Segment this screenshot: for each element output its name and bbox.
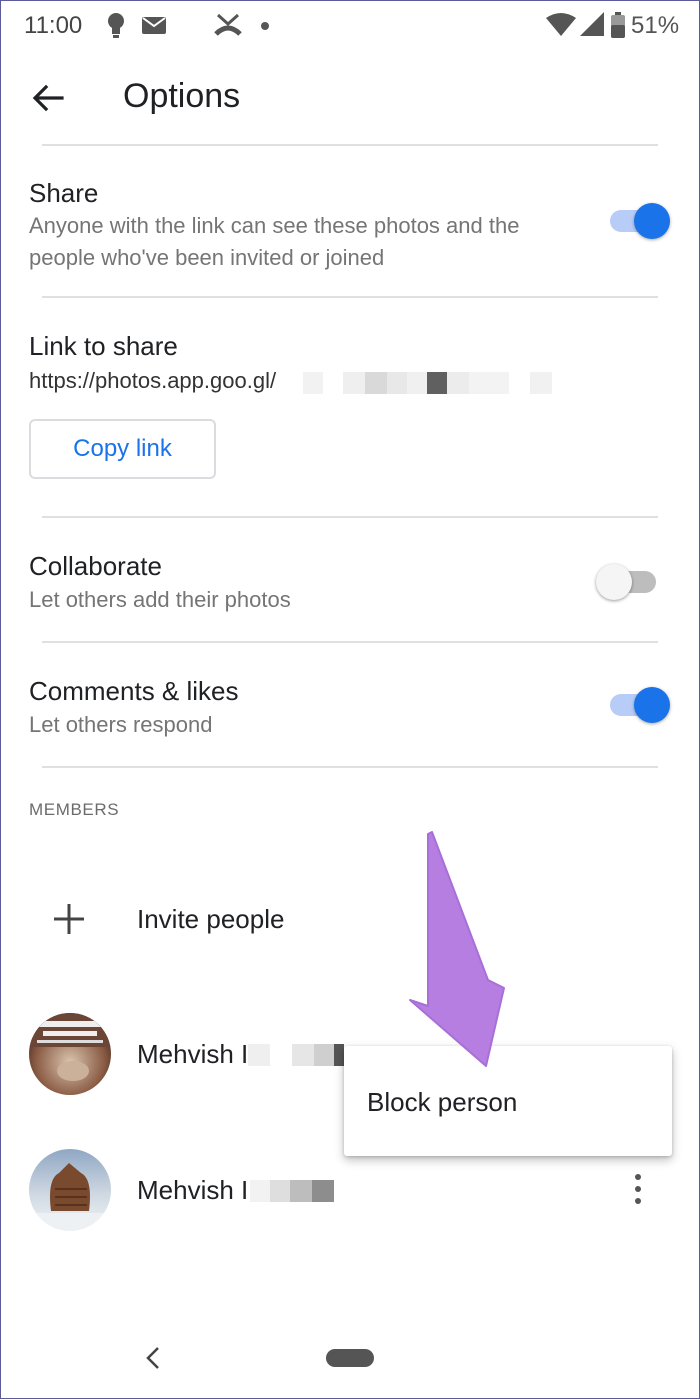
comments-toggle[interactable]	[606, 685, 670, 725]
mail-icon	[142, 17, 166, 34]
plus-icon	[54, 904, 84, 934]
battery-percent: 51%	[631, 12, 680, 39]
lightbulb-icon	[108, 13, 124, 38]
member-row[interactable]: Mehvish I	[0, 1145, 700, 1235]
invite-people-label: Invite people	[137, 904, 285, 934]
divider	[42, 641, 658, 643]
share-subtitle: Anyone with the link can see these photo…	[29, 213, 520, 270]
comments-subtitle: Let others respond	[29, 712, 213, 737]
nav-home-button[interactable]	[326, 1349, 374, 1367]
back-arrow-icon[interactable]	[28, 78, 68, 118]
divider	[42, 766, 658, 768]
share-toggle[interactable]	[606, 201, 670, 241]
signal-icon	[580, 12, 604, 36]
member-name: Mehvish I	[137, 1039, 249, 1069]
page-title: Options	[123, 77, 241, 115]
nav-back-icon[interactable]	[142, 1346, 164, 1370]
more-vert-icon[interactable]	[624, 1171, 652, 1207]
member-name: Mehvish I	[137, 1175, 249, 1205]
invite-people-row[interactable]: Invite people	[0, 880, 700, 960]
avatar	[29, 1149, 111, 1231]
share-title: Share	[29, 178, 99, 208]
divider	[42, 516, 658, 518]
link-title: Link to share	[29, 331, 178, 361]
collaborate-title: Collaborate	[29, 551, 162, 581]
wifi-icon	[546, 13, 576, 36]
status-time: 11:00	[24, 12, 83, 39]
avatar	[29, 1013, 111, 1095]
notification-dot-icon	[261, 22, 269, 30]
missed-call-icon	[214, 13, 242, 36]
collaborate-subtitle: Let others add their photos	[29, 587, 291, 612]
status-bar: 11:00 51%	[0, 0, 700, 50]
block-person-menu-item[interactable]: Block person	[367, 1087, 517, 1118]
collaborate-toggle[interactable]	[596, 562, 660, 602]
divider	[42, 144, 658, 146]
share-link-url[interactable]: https://photos.app.goo.gl/	[29, 368, 276, 394]
comments-title: Comments & likes	[29, 676, 239, 706]
copy-link-button[interactable]: Copy link	[29, 419, 216, 479]
annotation-arrow-icon	[409, 831, 505, 1067]
members-header: MEMBERS	[29, 800, 120, 819]
divider	[42, 296, 658, 298]
battery-icon	[611, 12, 625, 38]
